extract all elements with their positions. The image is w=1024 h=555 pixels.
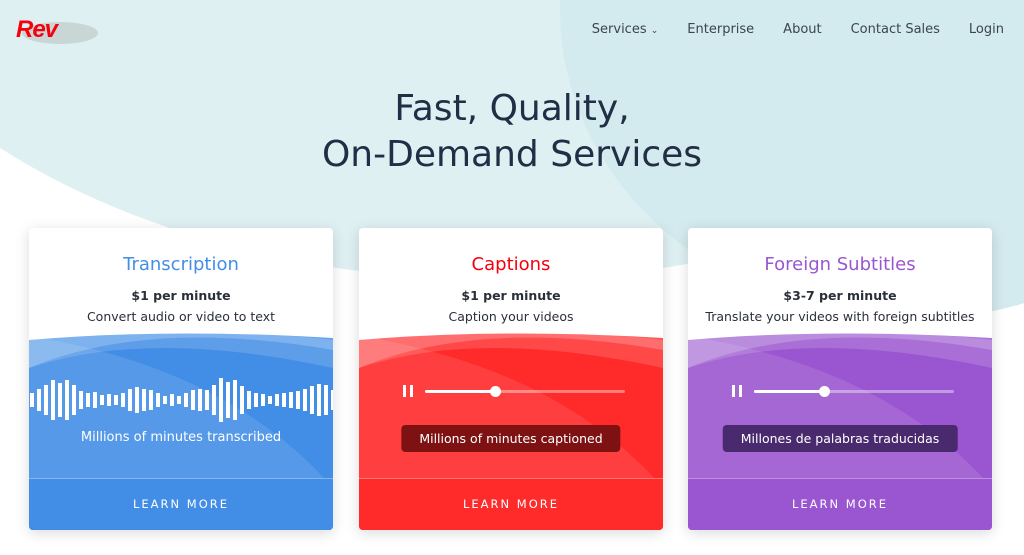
- waveform-bar: [37, 389, 41, 411]
- card-caption: Millones de palabras traducidas: [722, 425, 958, 452]
- waveform-bar: [79, 391, 83, 409]
- waveform-bar: [184, 393, 188, 407]
- card-description: Convert audio or video to text: [86, 309, 276, 324]
- progress-fill: [425, 390, 495, 393]
- waveform-bar: [331, 390, 333, 410]
- nav-login[interactable]: Login: [969, 22, 1004, 37]
- top-nav: Services ⌄ Enterprise About Contact Sale…: [592, 22, 1004, 37]
- progress-fill: [754, 390, 824, 393]
- waveform-bar: [65, 380, 69, 420]
- waveform-bar: [170, 394, 174, 406]
- waveform-bar: [296, 391, 300, 409]
- waveform-bar: [310, 386, 314, 414]
- waveform-bar: [149, 390, 153, 410]
- nav-contact-sales[interactable]: Contact Sales: [851, 22, 940, 37]
- waveform-bar: [128, 389, 132, 411]
- waveform-bar: [205, 390, 209, 410]
- waveform-bar: [86, 393, 90, 407]
- pause-icon[interactable]: [732, 385, 742, 397]
- progress-knob[interactable]: [490, 386, 501, 397]
- waveform-bar: [261, 394, 265, 406]
- chevron-down-icon: ⌄: [650, 26, 659, 36]
- progress-slider[interactable]: [754, 386, 954, 397]
- card-price: $3-7 per minute: [783, 288, 897, 303]
- waveform-bar: [114, 395, 118, 405]
- waveform-bar: [275, 394, 279, 406]
- learn-more-button[interactable]: LEARN MORE: [359, 478, 663, 530]
- card-price: $1 per minute: [131, 288, 231, 303]
- waveform-bar: [121, 393, 125, 407]
- waveform-bar: [240, 386, 244, 414]
- waveform-bar: [93, 392, 97, 408]
- nav-services-label: Services: [591, 22, 647, 37]
- waveform-bar: [268, 396, 272, 404]
- waveform-bar: [324, 385, 328, 415]
- card-description: Caption your videos: [448, 309, 574, 324]
- waveform-bar: [198, 389, 202, 411]
- video-player: [732, 383, 957, 399]
- video-player: [403, 383, 628, 399]
- nav-about[interactable]: About: [783, 22, 821, 37]
- card-price: $1 per minute: [461, 288, 561, 303]
- progress-slider[interactable]: [425, 386, 625, 397]
- waveform-bar: [156, 393, 160, 407]
- audio-waveform-icon: [29, 378, 333, 422]
- waveform-bar: [226, 382, 230, 418]
- waveform-bar: [177, 396, 181, 404]
- waveform-bar: [51, 380, 55, 420]
- hero-line-2: On-Demand Services: [321, 134, 703, 175]
- waveform-bar: [58, 383, 62, 417]
- card-foreign-subtitles[interactable]: Foreign Subtitles $3-7 per minute Transl…: [688, 228, 992, 530]
- waveform-bar: [100, 395, 104, 405]
- progress-knob[interactable]: [819, 386, 830, 397]
- learn-more-button[interactable]: LEARN MORE: [29, 478, 333, 530]
- waveform-bar: [107, 394, 111, 406]
- card-title: Foreign Subtitles: [764, 254, 916, 275]
- hero-title: Fast, Quality, On-Demand Services: [0, 86, 1024, 178]
- waveform-bar: [142, 389, 146, 411]
- waveform-bar: [191, 390, 195, 410]
- hero-line-1: Fast, Quality,: [394, 88, 630, 129]
- pause-icon[interactable]: [403, 385, 413, 397]
- waveform-bar: [317, 384, 321, 416]
- waveform-bar: [163, 396, 167, 404]
- waveform-bar: [72, 385, 76, 415]
- card-caption: Millions of minutes transcribed: [80, 430, 282, 445]
- waveform-bar: [233, 380, 237, 420]
- waveform-bar: [30, 393, 34, 407]
- waveform-bar: [135, 387, 139, 413]
- waveform-bar: [212, 385, 216, 415]
- waveform-bar: [303, 389, 307, 411]
- nav-enterprise[interactable]: Enterprise: [687, 22, 754, 37]
- waveform-bar: [44, 385, 48, 415]
- waveform-bar: [254, 393, 258, 407]
- card-title: Captions: [471, 254, 551, 275]
- nav-services[interactable]: Services ⌄: [592, 22, 659, 37]
- waveform-bar: [247, 391, 251, 409]
- waveform-bar: [282, 393, 286, 407]
- rev-logo[interactable]: Rev: [14, 10, 98, 46]
- waveform-bar: [219, 378, 223, 422]
- card-caption: Millions of minutes captioned: [401, 425, 621, 452]
- card-captions[interactable]: Captions $1 per minute Caption your vide…: [359, 228, 663, 530]
- card-transcription[interactable]: Transcription $1 per minute Convert audi…: [29, 228, 333, 530]
- waveform-bar: [289, 392, 293, 408]
- card-title: Transcription: [123, 254, 239, 275]
- learn-more-button[interactable]: LEARN MORE: [688, 478, 992, 530]
- card-description: Translate your videos with foreign subti…: [705, 309, 975, 324]
